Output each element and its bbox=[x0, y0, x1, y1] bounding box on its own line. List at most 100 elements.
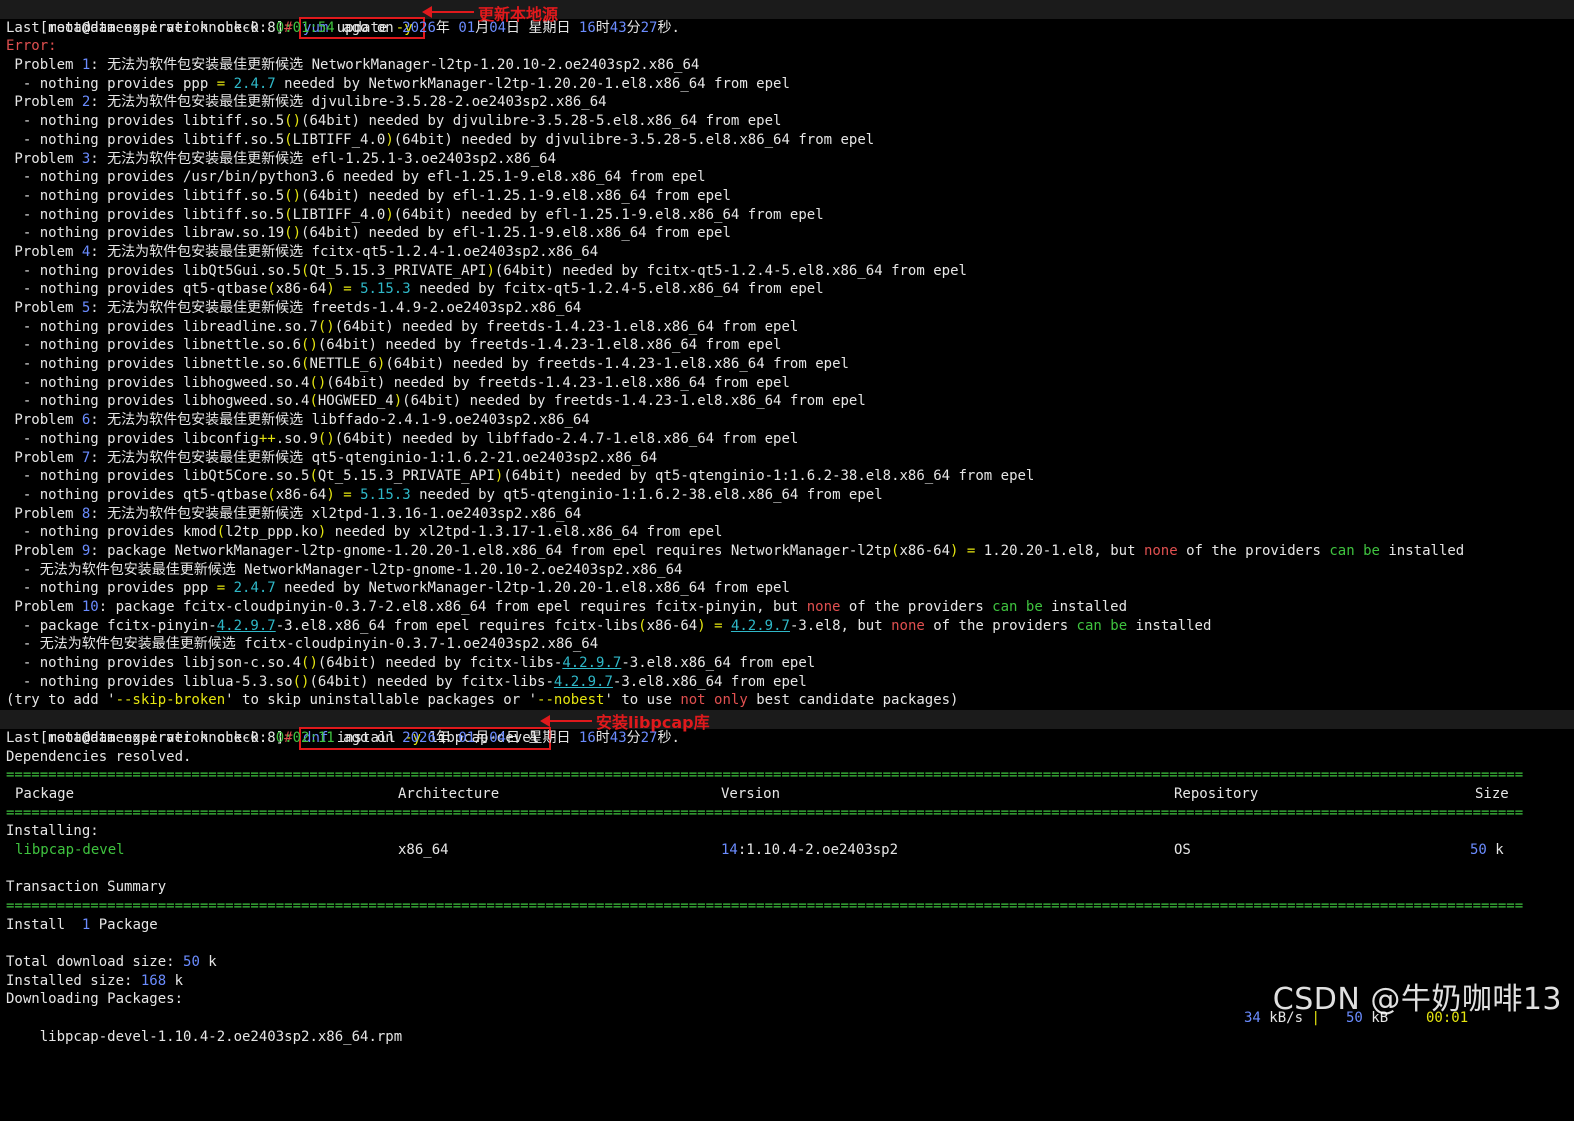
terminal[interactable]: [root@damengserver knock-0.8]# yum updat… bbox=[0, 0, 1574, 1045]
output-text: Dependencies resolved. bbox=[6, 748, 192, 765]
output-text: : 无法为软件包安装最佳更新候选 xl2tpd-1.3.16-1.oe2403s… bbox=[90, 505, 582, 522]
output-line: Problem 3: 无法为软件包安装最佳更新候选 efl-1.25.1-3.o… bbox=[6, 150, 1574, 169]
output-text: 27 bbox=[640, 19, 658, 36]
output-text: 4.2.9.7 bbox=[730, 617, 790, 634]
output-text: Problem bbox=[6, 94, 82, 111]
output-line: - nothing provides libhogweed.so.4(HOGWE… bbox=[6, 392, 1574, 411]
output-text: (64bit) bbox=[317, 655, 377, 672]
output-text: 秒. bbox=[657, 19, 680, 36]
output-text: 2026 bbox=[402, 19, 436, 36]
output-line: Error: bbox=[6, 37, 1574, 56]
output-text: 4.2.9.7 bbox=[216, 617, 276, 634]
output-text: can be bbox=[1329, 542, 1380, 559]
output-text: - 无法为软件包安装最佳更新候选 NetworkManager-l2tp-gno… bbox=[6, 561, 683, 578]
output-text: - nothing provides libraw.so.19 bbox=[6, 225, 285, 242]
output-text: ( bbox=[267, 486, 276, 503]
output-text: Problem bbox=[6, 542, 82, 559]
output-text: ) bbox=[697, 617, 706, 634]
output-text: best candidate packages) bbox=[747, 692, 959, 709]
output-line: - nothing provides libtiff.so.5(LIBTIFF_… bbox=[6, 206, 1574, 225]
output-text: (64bit) bbox=[393, 206, 453, 223]
output-text: 年 bbox=[435, 729, 459, 746]
output-text: needed by djvulibre-3.5.28-5.el8.x86_64 … bbox=[360, 113, 782, 130]
output-text: installed bbox=[1042, 599, 1128, 615]
output-text: Last metadata expiration check: bbox=[6, 729, 276, 746]
output-text: : 无法为软件包安装最佳更新候选 qt5-qtenginio-1:1.6.2-2… bbox=[90, 449, 658, 466]
output-line: (try to add '--skip-broken' to skip unin… bbox=[6, 691, 1574, 710]
row-package: libpcap-devel bbox=[15, 841, 125, 858]
output-line: - nothing provides libhogweed.so.4()(64b… bbox=[6, 374, 1574, 393]
output-text: () bbox=[284, 225, 302, 242]
output-text: Last metadata expiration check: bbox=[6, 19, 276, 36]
output-line: Dependencies resolved. bbox=[6, 748, 1574, 767]
output-text: - nothing provides libtiff.so.5 bbox=[6, 206, 285, 223]
output-text: - nothing provides libhogweed.so.4 bbox=[6, 393, 310, 410]
output-line: - 无法为软件包安装最佳更新候选 NetworkManager-l2tp-gno… bbox=[6, 561, 1574, 580]
output-line: Last metadata expiration check: 0:02:11 … bbox=[6, 729, 1574, 748]
output-text: () bbox=[309, 374, 327, 391]
output-text: can be bbox=[1076, 617, 1128, 634]
separator: ========================================… bbox=[6, 898, 1524, 914]
output-line: - nothing provides libtiff.so.5()(64bit)… bbox=[6, 112, 1574, 131]
output-text: = bbox=[343, 281, 352, 298]
output-text: of the providers bbox=[1177, 542, 1330, 559]
table-row: libpcap-devel x86_64 14:1.10.4-2.oe2403s… bbox=[6, 841, 1574, 860]
output-text: 1.20.20-1.el8, but bbox=[975, 542, 1144, 559]
output-line: Problem 10: package fcitx-cloudpinyin-0.… bbox=[6, 598, 1574, 617]
output-text: : 无法为软件包安装最佳更新候选 libffado-2.4.1-9.oe2403… bbox=[90, 412, 590, 429]
output-text: Problem bbox=[6, 300, 82, 316]
output-text: (64bit) bbox=[494, 262, 554, 279]
output-text: = bbox=[343, 486, 352, 503]
header-architecture: Architecture bbox=[398, 785, 500, 802]
output-text: ( bbox=[309, 468, 318, 485]
output-text: Qt_5.15.3_PRIVATE_API bbox=[317, 468, 495, 485]
output-text: - nothing provides libtiff.so.5 bbox=[6, 187, 285, 204]
output-text: --skip-broken bbox=[115, 692, 226, 709]
output-text: 时 bbox=[595, 19, 610, 36]
output-text: (64bit) bbox=[309, 673, 369, 690]
output-line: - nothing provides libtiff.so.5()(64bit)… bbox=[6, 187, 1574, 206]
output-text: x86-64 bbox=[899, 542, 951, 559]
output-text: (64bit) bbox=[334, 318, 394, 335]
output-text: () bbox=[284, 113, 302, 130]
output-text: needed by xl2tpd-1.3.17-1.el8.x86_64 fro… bbox=[326, 524, 723, 541]
output-text: LIBTIFF_4.0 bbox=[292, 131, 386, 148]
output-text: - nothing provides kmod bbox=[6, 524, 217, 541]
output-line: - nothing provides libreadline.so.7()(64… bbox=[6, 318, 1574, 337]
output-line: Problem 1: 无法为软件包安装最佳更新候选 NetworkManager… bbox=[6, 56, 1574, 75]
output-text: can be bbox=[992, 599, 1043, 615]
output-text: .so.9 bbox=[275, 430, 318, 447]
row-architecture: x86_64 bbox=[398, 841, 449, 858]
output-text: 4.2.9.7 bbox=[562, 655, 622, 672]
output-text: - nothing provides libhogweed.so.4 bbox=[6, 374, 310, 391]
output-text: : 无法为软件包安装最佳更新候选 efl-1.25.1-3.oe2403sp2.… bbox=[90, 150, 557, 167]
output-text: Problem bbox=[6, 243, 82, 260]
output-text: ( bbox=[216, 524, 226, 541]
output-line: - nothing provides kmod(l2tp_ppp.ko) nee… bbox=[6, 523, 1574, 542]
output-text: Problem bbox=[6, 57, 82, 74]
output-text: : 无法为软件包安装最佳更新候选 fcitx-qt5-1.2.4-1.oe240… bbox=[90, 243, 599, 260]
arrow-icon bbox=[422, 6, 474, 18]
output-line: - nothing provides /usr/bin/python3.6 ne… bbox=[6, 168, 1574, 187]
output-text: - nothing provides libtiff.so.5 bbox=[6, 113, 285, 130]
output-text: needed by NetworkManager-l2tp-1.20.20-1.… bbox=[275, 75, 790, 92]
output-text: ' to skip uninstallable packages or ' bbox=[225, 692, 538, 709]
output-text: - package fcitx-pinyin- bbox=[6, 617, 217, 634]
output-text: : 无法为软件包安装最佳更新候选 djvulibre-3.5.28-2.oe24… bbox=[90, 94, 607, 111]
output-text: needed by freetds-1.4.23-1.el8.x86_64 fr… bbox=[461, 393, 866, 410]
output-text: installed bbox=[1127, 617, 1212, 634]
output-text: ( bbox=[309, 393, 318, 410]
output-text: ) bbox=[393, 393, 403, 410]
output-text: 43 bbox=[609, 19, 627, 36]
output-text: 16 bbox=[578, 729, 596, 746]
output-text: (64bit) bbox=[317, 337, 377, 354]
output-text: - nothing provides /usr/bin/python3.6 ne… bbox=[6, 169, 706, 186]
output-text: (64bit) bbox=[402, 393, 462, 410]
output-text: - nothing provides libconfig bbox=[6, 430, 259, 447]
output-text: (64bit) bbox=[503, 468, 563, 485]
output-line: - nothing provides libraw.so.19()(64bit)… bbox=[6, 224, 1574, 243]
output-text: of the providers bbox=[840, 599, 993, 615]
